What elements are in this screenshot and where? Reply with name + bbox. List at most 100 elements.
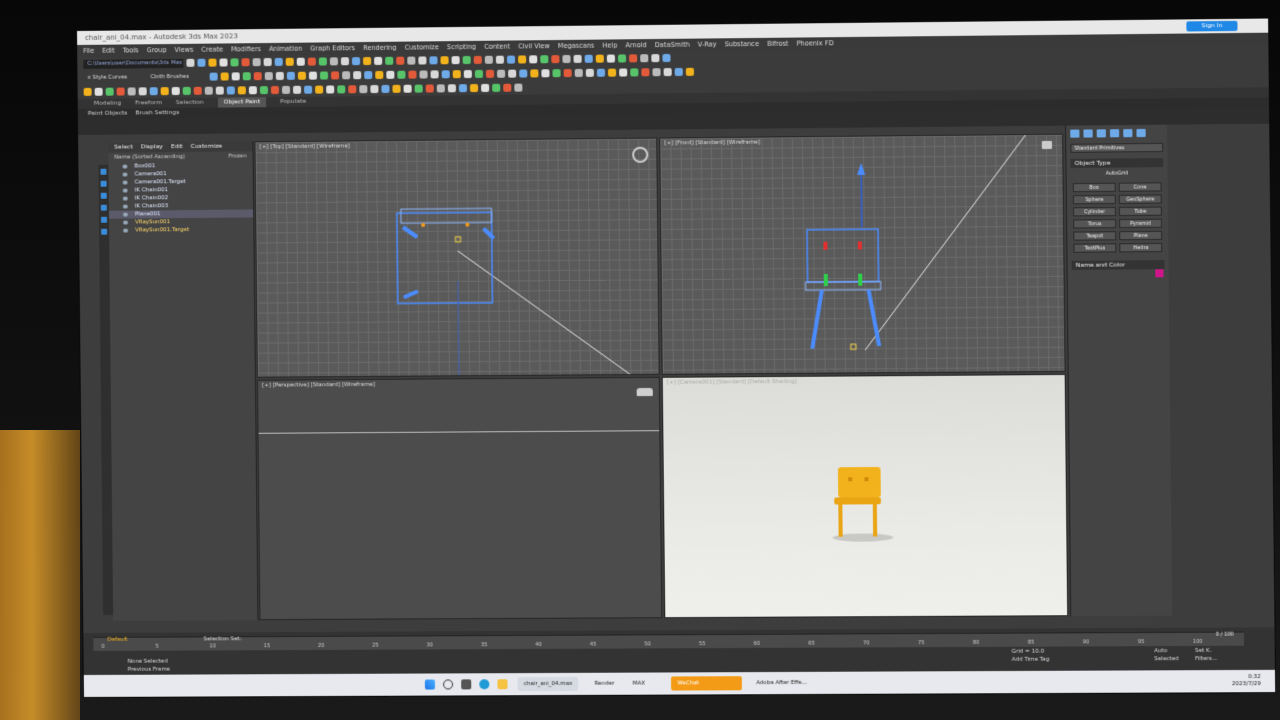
toolbar-tool-icon[interactable] — [585, 68, 594, 77]
toolbar-tool-icon[interactable] — [226, 86, 235, 95]
toolbar-tool-icon[interactable] — [630, 68, 639, 77]
menu-arnold[interactable]: Arnold — [625, 39, 646, 51]
toolbar-tool-icon[interactable] — [274, 57, 283, 66]
create-tab-icon[interactable] — [1070, 129, 1080, 138]
se-tab-customize[interactable]: Customize — [191, 142, 223, 152]
toolbar-tool-icon[interactable] — [319, 71, 329, 80]
tab-freeform[interactable]: Freeform — [135, 98, 162, 108]
toolbar-tool-icon[interactable] — [617, 54, 627, 63]
toolbar-tool-icon[interactable] — [462, 55, 471, 65]
scene-object-row[interactable]: VRaySun001.Target — [109, 225, 253, 234]
toolbar-tool-icon[interactable] — [485, 69, 495, 78]
toolbar-tool-icon[interactable] — [629, 54, 638, 63]
menu-bifrost[interactable]: Bifrost — [767, 38, 788, 50]
toolbar-tool-icon[interactable] — [641, 68, 650, 77]
subtab-paint-objects[interactable]: Paint Objects — [88, 109, 128, 119]
toolbar-tool-icon[interactable] — [463, 70, 472, 79]
motion-tab-icon[interactable] — [1109, 129, 1120, 138]
windows-start-icon[interactable] — [424, 679, 436, 690]
menu-create[interactable]: Create — [201, 43, 223, 55]
toolbar-tool-icon[interactable] — [381, 84, 390, 93]
toolbar-tool-icon[interactable] — [252, 58, 261, 67]
toolbar-tool-icon[interactable] — [403, 84, 412, 93]
toolbar-tool-icon[interactable] — [363, 56, 372, 66]
cloth-brushes-label[interactable]: Cloth Brushes — [146, 72, 206, 82]
toolbar-tool-icon[interactable] — [662, 53, 671, 63]
toolbar-tool-icon[interactable] — [171, 86, 180, 96]
toolbar-tool-icon[interactable] — [263, 58, 272, 67]
toolbar-tool-icon[interactable] — [541, 69, 550, 78]
viewcube-icon[interactable] — [632, 146, 649, 163]
toolbar-tool-icon[interactable] — [297, 71, 306, 80]
toolbar-tool-icon[interactable] — [441, 70, 450, 79]
toolbar-tool-icon[interactable] — [342, 71, 351, 80]
edge-browser-icon[interactable] — [479, 679, 490, 690]
toolbar-tool-icon[interactable] — [392, 84, 401, 93]
column-frozen[interactable]: Frozen — [228, 153, 246, 159]
toolbar-tool-icon[interactable] — [83, 87, 92, 96]
viewport-camera[interactable]: [+] [Camera001] [Standard] [Default Shad… — [661, 373, 1069, 619]
system-clock[interactable]: 0:32 2023/7/29 — [1232, 674, 1261, 688]
toolbar-tool-icon[interactable] — [652, 68, 661, 77]
viewport-label-perspective[interactable]: [+] [Perspective] [Standard] [Wireframe] — [262, 382, 375, 389]
toolbar-tool-icon[interactable] — [94, 87, 103, 96]
menu-graph-editors[interactable]: Graph Editors — [310, 42, 355, 54]
light-filter-icon[interactable] — [100, 204, 107, 211]
toolbar-tool-icon[interactable] — [651, 54, 660, 63]
toolbar-tool-icon[interactable] — [484, 55, 493, 64]
menu-animation[interactable]: Animation — [269, 43, 302, 55]
viewport-perspective[interactable]: [+] [Perspective] [Standard] [Wireframe] — [256, 376, 663, 621]
toolbar-tool-icon[interactable] — [425, 84, 434, 93]
toolbar-tool-icon[interactable] — [149, 87, 158, 96]
toolbar-tool-icon[interactable] — [204, 86, 213, 95]
taskbar-app-render[interactable]: Render — [588, 677, 620, 691]
create-sphere-button[interactable]: Sphere — [1072, 194, 1116, 205]
toolbar-tool-icon[interactable] — [414, 84, 423, 93]
viewport-front[interactable]: [+] [Front] [Standard] [Wireframe] — [659, 133, 1066, 375]
toolbar-tool-icon[interactable] — [242, 72, 251, 81]
create-box-button[interactable]: Box — [1072, 182, 1116, 193]
se-tab-display[interactable]: Display — [141, 142, 163, 152]
toolbar-tool-icon[interactable] — [519, 69, 528, 78]
toolbar-tool-icon[interactable] — [304, 85, 313, 94]
shape-filter-icon[interactable] — [100, 192, 107, 199]
menu-rendering[interactable]: Rendering — [363, 42, 397, 54]
toolbar-tool-icon[interactable] — [253, 72, 262, 81]
selection-set-label[interactable]: Selection Set: — [203, 636, 241, 642]
toolbar-tool-icon[interactable] — [430, 70, 439, 79]
project-path-field[interactable]: C:\Users\user\Documents\3ds Max 2023 — [83, 58, 184, 69]
toolbar-tool-icon[interactable] — [197, 58, 206, 67]
toolbar-tool-icon[interactable] — [329, 57, 338, 66]
toolbar-tool-icon[interactable] — [307, 57, 316, 66]
toolbar-tool-icon[interactable] — [574, 68, 583, 78]
modify-tab-icon[interactable] — [1083, 129, 1093, 138]
toolbar-tool-icon[interactable] — [473, 55, 482, 64]
create-pyramid-button[interactable]: Pyramid — [1119, 218, 1162, 229]
toolbar-tool-icon[interactable] — [318, 57, 327, 66]
toolbar-tool-icon[interactable] — [286, 71, 295, 80]
toolbar-tool-icon[interactable] — [481, 83, 490, 93]
toolbar-tool-icon[interactable] — [508, 69, 517, 78]
se-tab-edit[interactable]: Edit — [171, 142, 183, 152]
toolbar-tool-icon[interactable] — [419, 70, 428, 79]
toolbar-tool-icon[interactable] — [281, 85, 291, 94]
toolbar-tool-icon[interactable] — [182, 86, 191, 95]
add-time-tag-button[interactable]: Add Time Tag — [1012, 657, 1050, 663]
toolbar-tool-icon[interactable] — [127, 87, 136, 96]
create-teapot-button[interactable]: Teapot — [1073, 231, 1117, 241]
menu-file[interactable]: File — [83, 45, 94, 57]
menu-edit[interactable]: Edit — [102, 45, 115, 57]
toolbar-tool-icon[interactable] — [469, 84, 479, 93]
toolbar-tool-icon[interactable] — [374, 56, 383, 65]
menu-datasmith[interactable]: DataSmith — [655, 39, 690, 51]
toolbar-tool-icon[interactable] — [285, 57, 294, 66]
toolbar-tool-icon[interactable] — [497, 69, 506, 78]
taskbar-app-after-effects[interactable]: Adobe After Effe... — [750, 676, 813, 690]
toolbar-tool-icon[interactable] — [308, 71, 318, 80]
toolbar-tool-icon[interactable] — [640, 54, 649, 63]
toolbar-tool-icon[interactable] — [386, 70, 395, 79]
toolbar-tool-icon[interactable] — [563, 69, 572, 78]
menu-phoenix[interactable]: Phoenix FD — [797, 37, 834, 49]
hierarchy-tab-icon[interactable] — [1096, 129, 1106, 138]
toolbar-tool-icon[interactable] — [474, 69, 484, 79]
